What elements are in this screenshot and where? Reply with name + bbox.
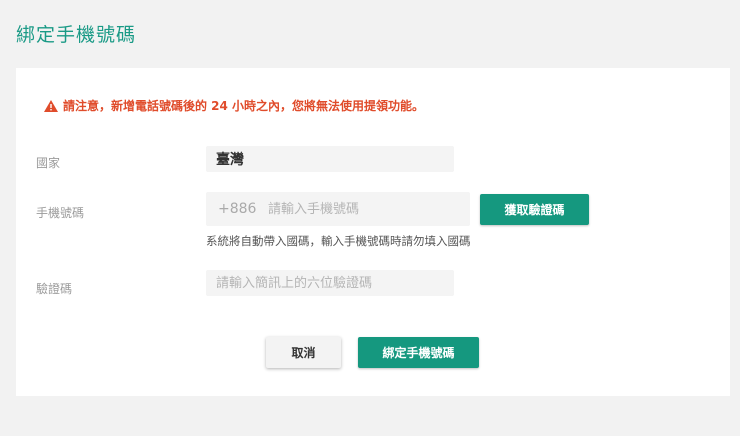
country-value: 臺灣 <box>216 152 244 168</box>
warning-message: 請注意，新增電話號碼後的 24 小時之內，您將無法使用提領功能。 <box>44 97 424 114</box>
warning-triangle-icon <box>44 99 58 112</box>
bind-phone-card: 請注意，新增電話號碼後的 24 小時之內，您將無法使用提領功能。 國家 臺灣 手… <box>16 68 730 396</box>
phone-hint: 系統將自動帶入國碼，輸入手機號碼時請勿填入國碼 <box>206 234 471 248</box>
country-field: 臺灣 <box>206 146 454 172</box>
code-field <box>206 270 454 296</box>
country-code-prefix: +886 <box>218 201 257 217</box>
get-code-button[interactable]: 獲取驗證碼 <box>480 194 589 225</box>
phone-label: 手機號碼 <box>36 206 85 220</box>
cancel-button[interactable]: 取消 <box>266 337 341 368</box>
bind-phone-button[interactable]: 綁定手機號碼 <box>358 337 479 368</box>
country-label: 國家 <box>36 156 61 170</box>
warning-text: 請注意，新增電話號碼後的 24 小時之內，您將無法使用提領功能。 <box>63 99 425 113</box>
phone-input[interactable] <box>268 192 470 226</box>
phone-field: +886 <box>206 192 470 226</box>
code-label: 驗證碼 <box>36 282 73 296</box>
verification-code-input[interactable] <box>206 270 454 296</box>
page-title: 綁定手機號碼 <box>16 24 137 46</box>
